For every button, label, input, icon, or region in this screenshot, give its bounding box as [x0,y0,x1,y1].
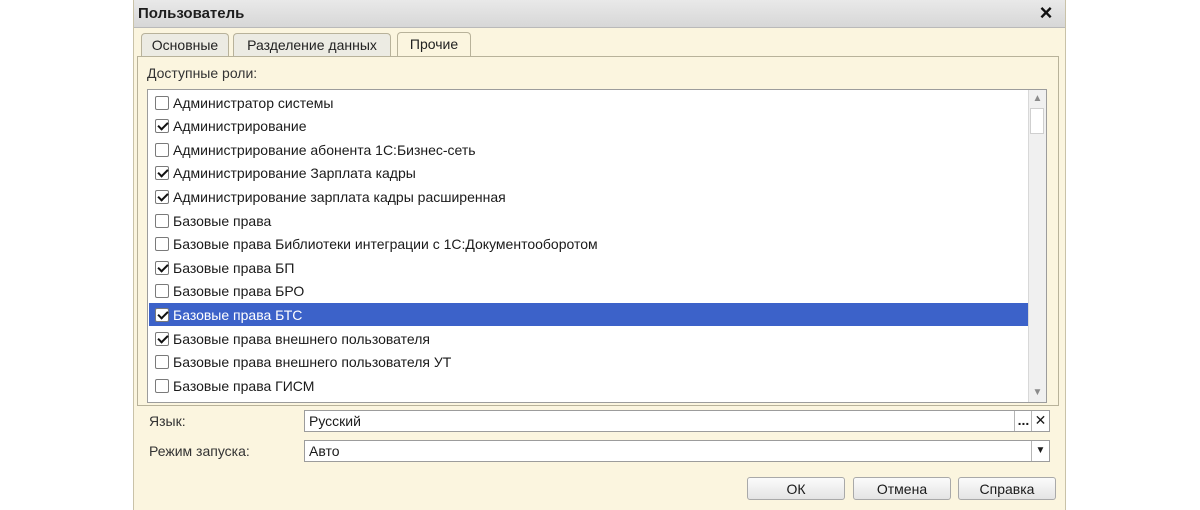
role-row[interactable]: Администрирование зарплата кадры расшире… [149,185,1029,208]
role-row[interactable]: Администрирование Зарплата кадры [149,162,1029,185]
close-icon[interactable]: × [1035,2,1057,24]
role-checkbox[interactable] [155,307,169,322]
role-checkbox[interactable] [155,260,169,275]
ok-button[interactable]: ОК [747,477,845,500]
role-label: Администрирование Зарплата кадры [173,165,416,182]
role-row[interactable]: Администрирование абонента 1С:Бизнес-сет… [149,138,1029,161]
launch-mode-label: Режим запуска: [149,443,250,459]
role-label: Базовые права Библиотеки интеграции с 1С… [173,236,598,253]
role-row[interactable]: Администрирование [149,115,1029,138]
user-dialog: Пользователь × Основные Разделение данны… [133,0,1066,510]
role-checkbox[interactable] [155,378,169,393]
role-checkbox[interactable] [155,119,169,134]
launch-mode-select[interactable]: Авто ▼ [304,440,1050,462]
role-checkbox[interactable] [155,237,169,252]
chevron-down-icon[interactable]: ▼ [1031,441,1049,461]
role-checkbox[interactable] [155,355,169,370]
role-label: Администрирование зарплата кадры расшире… [173,188,506,205]
role-label: Администрирование [173,118,307,135]
role-row[interactable]: Базовые права БТС [149,303,1029,327]
scroll-up-icon[interactable]: ▲ [1029,90,1046,108]
role-row[interactable]: Базовые права ГИСМ [149,374,1029,397]
role-checkbox[interactable] [155,331,169,346]
role-label: Базовые права БРО [173,283,305,300]
role-label: Базовые права БП [173,259,295,276]
role-checkbox[interactable] [155,189,169,204]
role-row[interactable]: Администратор системы [149,91,1029,114]
language-field[interactable]: Русский ... ✕ [304,410,1050,432]
select-ellipsis-button[interactable]: ... [1014,411,1032,431]
role-row[interactable]: Базовые права внешнего пользователя [149,327,1029,350]
title-bar: Пользователь × [134,0,1065,28]
role-row[interactable]: Базовые права БП [149,256,1029,279]
roles-caption: Доступные роли: [147,65,258,81]
vertical-scrollbar[interactable]: ▲ ▼ [1028,90,1046,402]
role-label: Базовые права [173,212,272,229]
role-checkbox[interactable] [155,142,169,157]
role-row[interactable]: Базовые права Библиотеки интеграции с 1С… [149,233,1029,256]
window-title: Пользователь [138,5,245,22]
role-label: Базовые права БТС [173,306,303,323]
help-button[interactable]: Справка [958,477,1056,500]
role-checkbox[interactable] [155,166,169,181]
tab-data-separation[interactable]: Разделение данных [233,33,391,56]
role-row[interactable]: Базовые права [149,209,1029,232]
role-label: Администрирование абонента 1С:Бизнес-сет… [173,141,476,158]
role-label: Базовые права внешнего пользователя [173,330,430,347]
roles-list: Администратор системы Администрирование Ад… [147,89,1047,403]
scroll-thumb[interactable] [1030,108,1044,134]
language-label: Язык: [149,413,186,429]
role-row[interactable]: Базовые права внешнего пользователя УТ [149,351,1029,374]
launch-mode-value: Авто [309,443,340,459]
role-checkbox[interactable] [155,284,169,299]
tab-main[interactable]: Основные [141,33,229,56]
cancel-button[interactable]: Отмена [853,477,951,500]
scroll-down-icon[interactable]: ▼ [1029,384,1046,402]
role-label: Администратор системы [173,94,334,111]
language-value: Русский [309,413,361,429]
role-row[interactable]: Базовые права БРО [149,280,1029,303]
clear-icon[interactable]: ✕ [1031,411,1049,431]
role-label: Базовые права ГИСМ [173,377,315,394]
role-label: Базовые права внешнего пользователя УТ [173,354,452,371]
role-checkbox[interactable] [155,213,169,228]
tab-other[interactable]: Прочие [397,32,471,57]
role-checkbox[interactable] [155,95,169,110]
